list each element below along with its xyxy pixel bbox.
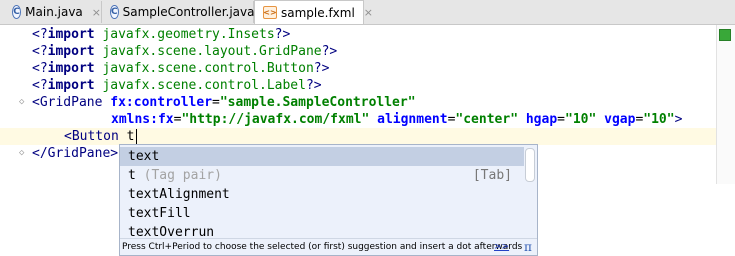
analysis-ok-icon[interactable]: [719, 29, 731, 41]
fxml-file-icon: <>: [263, 6, 277, 19]
code-line: <?import javafx.geometry.Insets?>: [32, 27, 291, 42]
java-class-icon: C: [110, 5, 119, 19]
completion-scrollbar[interactable]: [525, 148, 535, 182]
java-class-icon: C: [12, 5, 22, 19]
fold-marker-icon[interactable]: ◇: [19, 149, 27, 158]
code-line: <?import javafx.scene.control.Button?>: [32, 61, 330, 76]
tab-samplecontroller-java[interactable]: C SampleController.java ×: [102, 1, 273, 23]
hint-more-link[interactable]: >>: [494, 239, 509, 256]
pi-icon[interactable]: π: [522, 240, 534, 255]
close-icon[interactable]: ×: [92, 6, 101, 19]
code-line: xmlns:fx="http://javafx.com/fxml" alignm…: [111, 112, 683, 127]
tab-main-java[interactable]: C Main.java ×: [4, 1, 102, 23]
code-line: <?import javafx.scene.control.Label?>: [32, 78, 322, 93]
fold-marker-icon[interactable]: ◇: [19, 98, 27, 107]
completion-item[interactable]: textAlignment: [120, 185, 524, 204]
close-icon[interactable]: ×: [364, 6, 373, 19]
hint-text: Press Ctrl+Period to choose the selected…: [122, 242, 523, 252]
tab-label: sample.fxml: [281, 5, 355, 20]
completion-item[interactable]: textFill: [120, 204, 524, 223]
editor-tab-bar: C Main.java × C SampleController.java × …: [0, 0, 735, 25]
tab-label: Main.java: [25, 5, 83, 19]
tab-label: SampleController.java: [122, 5, 255, 19]
current-code-line: <Button t: [0, 128, 716, 145]
tab-sample-fxml[interactable]: <> sample.fxml ×: [254, 0, 373, 24]
completion-hint: Press Ctrl+Period to choose the selected…: [120, 238, 537, 255]
text-caret: [136, 129, 137, 144]
code-completion-popup[interactable]: text t (Tag pair) [Tab] textAlignment tex…: [119, 144, 538, 256]
completion-item[interactable]: text: [120, 147, 524, 166]
completion-item[interactable]: t (Tag pair) [Tab]: [120, 166, 524, 185]
error-stripe[interactable]: [716, 25, 735, 184]
code-line: ◇ <GridPane fx:controller="sample.Sample…: [19, 95, 416, 110]
code-line: <?import javafx.scene.layout.GridPane?>: [32, 44, 338, 59]
